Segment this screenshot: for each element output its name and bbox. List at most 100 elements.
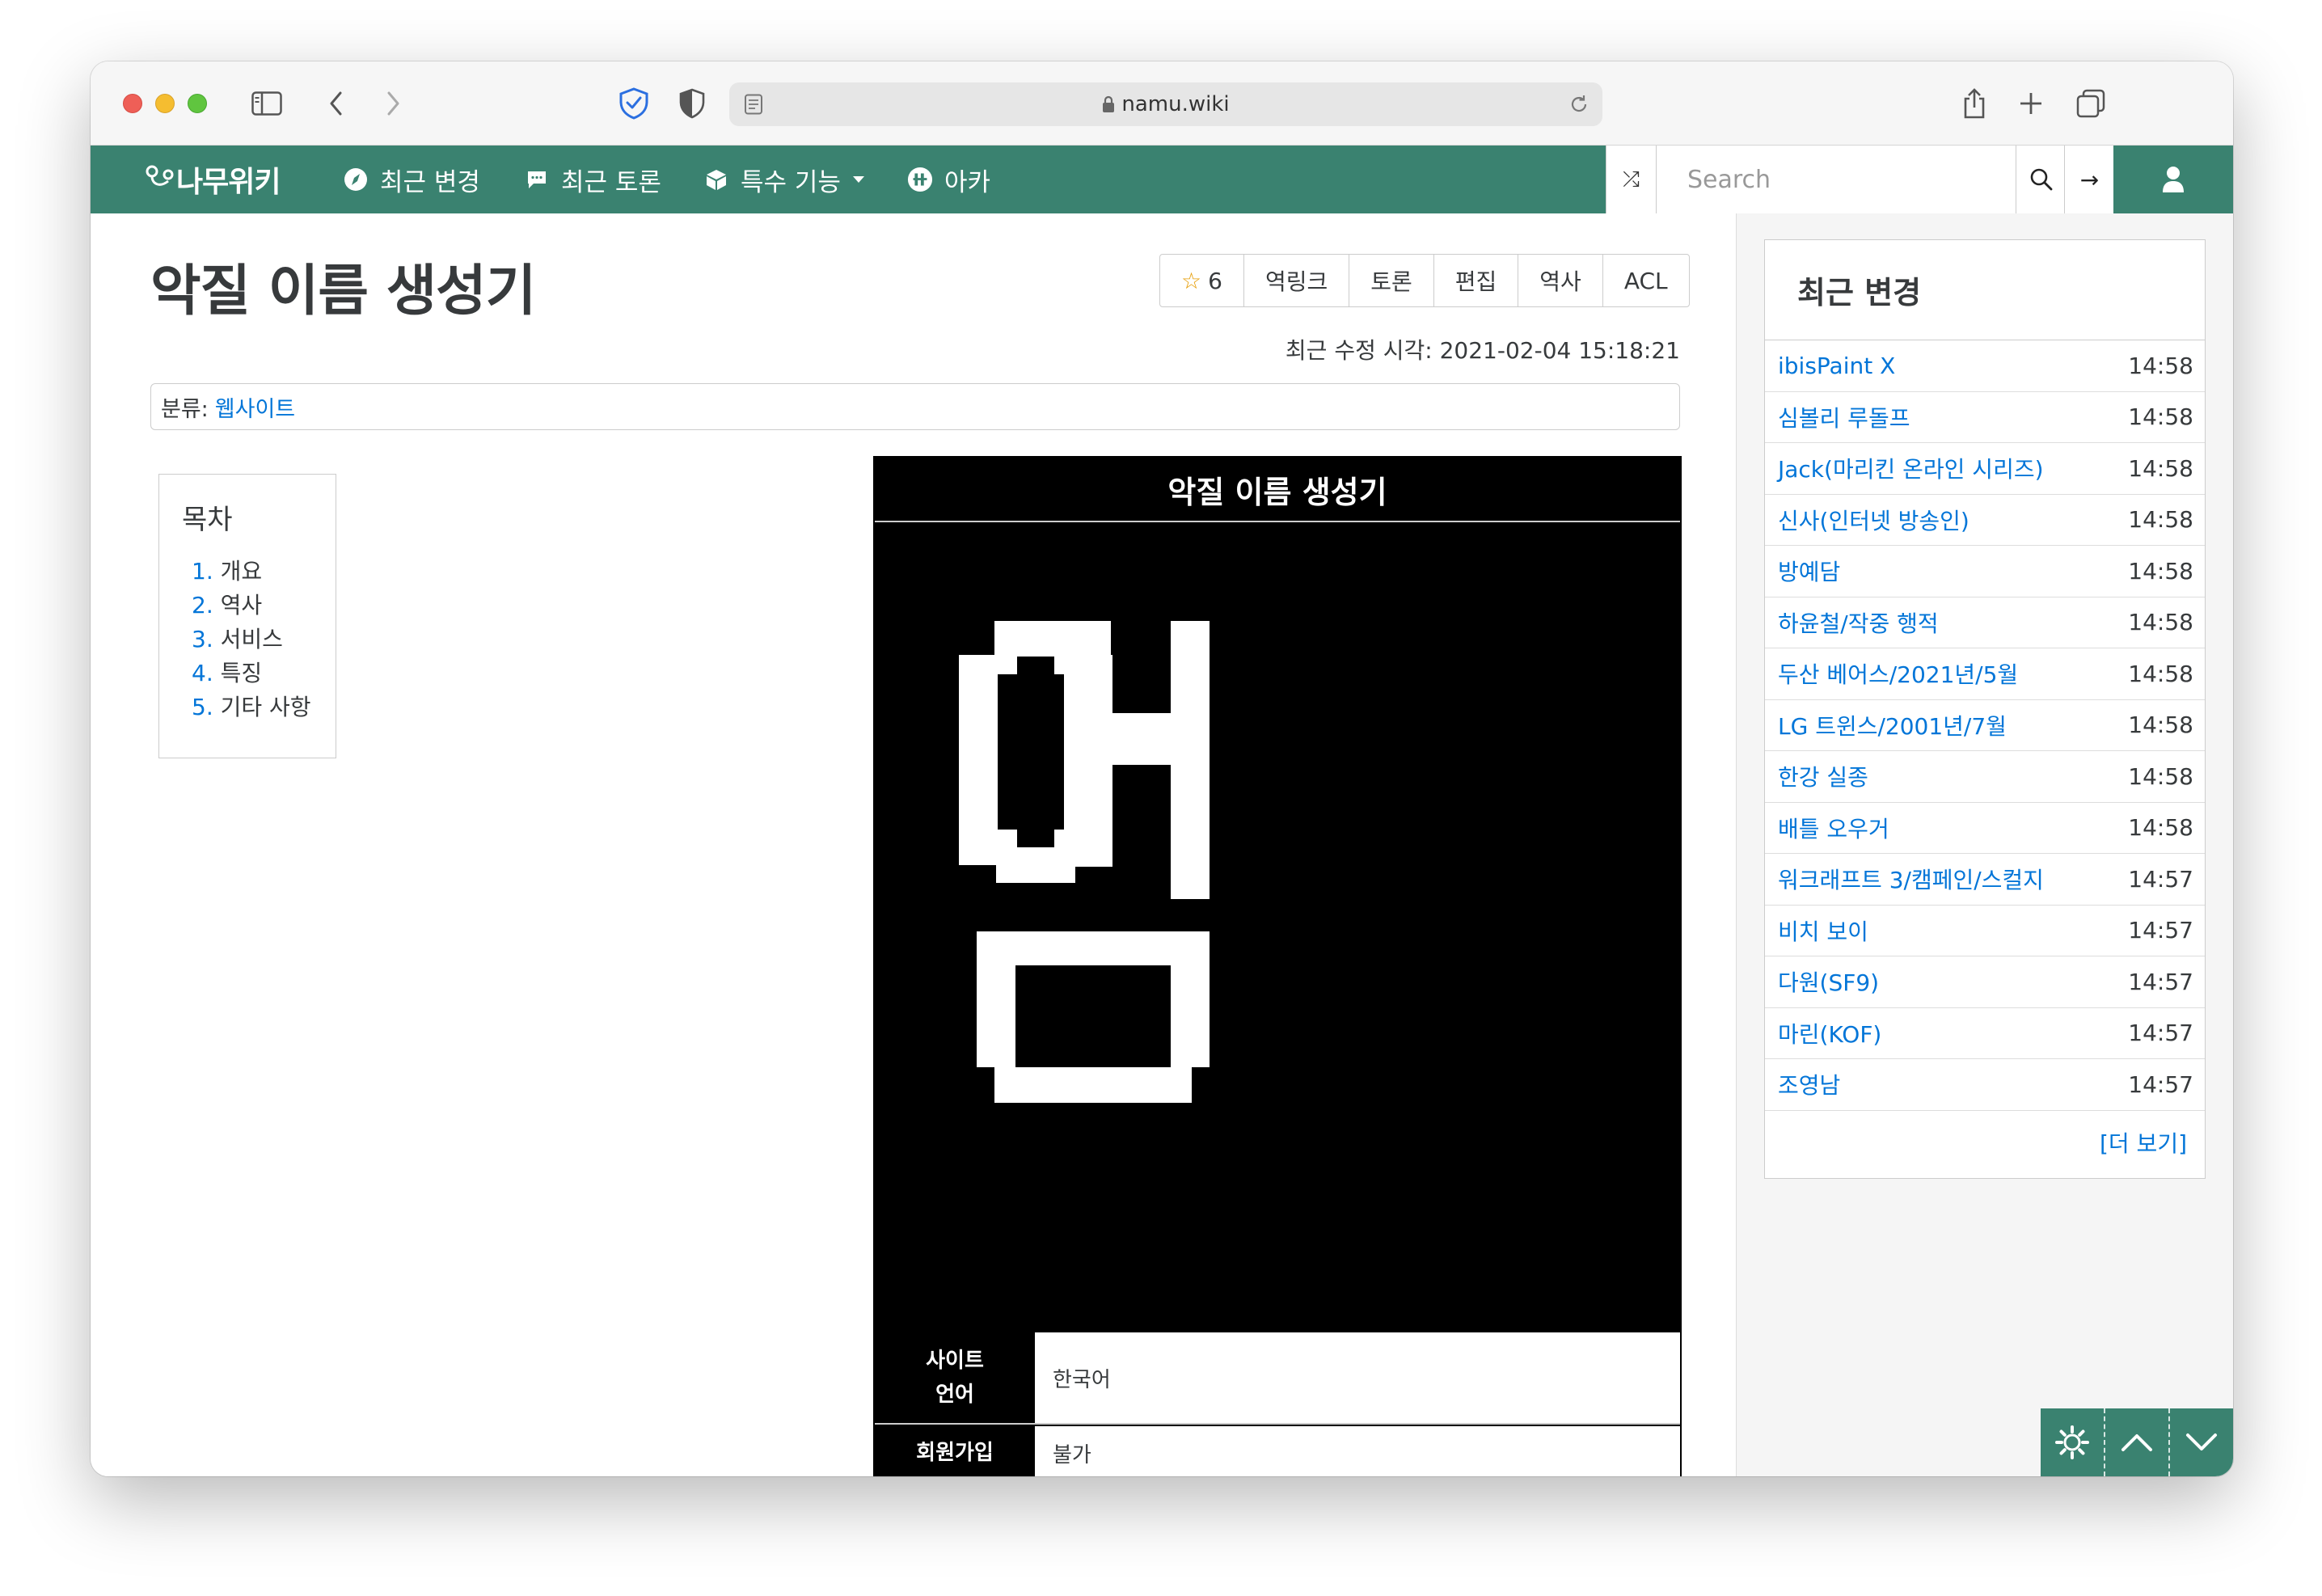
random-page-button[interactable]: ⤮ xyxy=(1606,146,1657,213)
recent-change-row[interactable]: 워크래프트 3/캠페인/스컬지 14:57 xyxy=(1765,854,2205,906)
recent-change-time: 14:58 xyxy=(2128,506,2193,534)
recent-change-row[interactable]: LG 트윈스/2001년/7월 14:58 xyxy=(1765,700,2205,751)
recent-change-row[interactable]: 마린(KOF) 14:57 xyxy=(1765,1008,2205,1059)
recent-change-row[interactable]: 하윤철/작중 행적 14:58 xyxy=(1765,597,2205,648)
recent-change-row[interactable]: 한강 실종 14:58 xyxy=(1765,751,2205,803)
recent-change-title[interactable]: LG 트윈스/2001년/7월 xyxy=(1778,709,2007,741)
star-count: 6 xyxy=(1208,267,1222,294)
zoom-window-button[interactable] xyxy=(188,94,207,113)
address-bar[interactable]: namu.wiki xyxy=(729,82,1602,126)
toc-number[interactable]: 2. xyxy=(192,592,213,619)
nav-label: 아카 xyxy=(944,167,991,197)
recent-change-row[interactable]: 조영남 14:57 xyxy=(1765,1059,2205,1111)
settings-button[interactable] xyxy=(2041,1408,2104,1476)
recent-change-row[interactable]: 신사(인터넷 방송인) 14:58 xyxy=(1765,495,2205,546)
toc-item[interactable]: 5. 기타 사항 xyxy=(182,690,336,724)
toc-label: 특징 xyxy=(220,660,263,686)
sidebar-toggle-icon[interactable] xyxy=(249,86,285,121)
recent-change-row[interactable]: 두산 베어스/2021년/5월 14:58 xyxy=(1765,648,2205,700)
new-tab-icon[interactable] xyxy=(2015,86,2047,121)
search-icon xyxy=(2030,168,2052,191)
recent-change-title[interactable]: Jack(마리킨 온라인 시리즈) xyxy=(1778,452,2044,484)
go-button[interactable]: → xyxy=(2064,146,2114,213)
more-link[interactable]: [더 보기] xyxy=(1765,1111,2205,1174)
recent-change-title[interactable]: 하윤철/작중 행적 xyxy=(1778,606,1939,639)
reload-icon[interactable] xyxy=(1568,94,1590,118)
infobox-key: 사이트 언어 xyxy=(875,1332,1035,1423)
gear-icon xyxy=(2055,1425,2089,1459)
recent-changes-list: ibisPaint X 14:58 심볼리 루돌프 14:58 Jack(마리킨 온라인… xyxy=(1765,340,2205,1111)
recent-change-row[interactable]: ibisPaint X 14:58 xyxy=(1765,340,2205,392)
edit-button[interactable]: 편집 xyxy=(1433,255,1518,306)
recent-change-title[interactable]: 방예담 xyxy=(1778,555,1840,587)
scroll-top-button[interactable] xyxy=(2104,1408,2168,1476)
nav-label: 특수 기능 xyxy=(741,167,841,197)
recent-change-row[interactable]: 다원(SF9) 14:57 xyxy=(1765,956,2205,1008)
infobox-key: 회원가입 xyxy=(875,1426,1035,1476)
recent-change-title[interactable]: 비치 보이 xyxy=(1778,914,1868,947)
backlinks-button[interactable]: 역링크 xyxy=(1243,255,1349,306)
acl-button[interactable]: ACL xyxy=(1602,255,1689,306)
arca-icon xyxy=(907,167,933,192)
recent-change-row[interactable]: 방예담 14:58 xyxy=(1765,546,2205,597)
recent-change-title[interactable]: 배틀 오우거 xyxy=(1778,812,1889,844)
back-icon[interactable] xyxy=(320,86,353,121)
share-icon[interactable] xyxy=(1958,86,1991,121)
recent-change-title[interactable]: 조영남 xyxy=(1778,1068,1840,1100)
toc-item[interactable]: 3. 서비스 xyxy=(182,623,336,657)
discussion-button[interactable]: 토론 xyxy=(1349,255,1433,306)
nav-arca[interactable]: 아카 xyxy=(907,146,990,213)
scroll-bottom-button[interactable] xyxy=(2168,1408,2233,1476)
lock-icon xyxy=(1103,95,1115,112)
url-host-text: namu.wiki xyxy=(1121,92,1230,116)
recent-change-time: 14:58 xyxy=(2128,609,2193,636)
toc-item[interactable]: 1. 개요 xyxy=(182,555,336,589)
tab-overview-icon[interactable] xyxy=(2073,86,2109,121)
recent-changes-title: 최근 변경 xyxy=(1765,240,2205,340)
recent-change-time: 14:58 xyxy=(2128,711,2193,739)
toc-item[interactable]: 2. 역사 xyxy=(182,589,336,623)
recent-change-title[interactable]: 두산 베어스/2021년/5월 xyxy=(1778,657,2018,690)
close-window-button[interactable] xyxy=(123,94,142,113)
recent-change-row[interactable]: Jack(마리킨 온라인 시리즈) 14:58 xyxy=(1765,443,2205,495)
recent-change-title[interactable]: ibisPaint X xyxy=(1778,353,1895,379)
recent-change-title[interactable]: 심볼리 루돌프 xyxy=(1778,401,1910,433)
caret-down-icon xyxy=(852,176,864,183)
recent-change-time: 14:57 xyxy=(2128,968,2193,995)
user-menu-button[interactable] xyxy=(2113,146,2233,213)
search-input[interactable] xyxy=(1657,146,2016,213)
recent-change-title[interactable]: 신사(인터넷 방송인) xyxy=(1778,504,1969,536)
category-label: 분류: xyxy=(161,396,209,422)
toc-item[interactable]: 4. 특징 xyxy=(182,657,336,690)
nav-recent-changes[interactable]: 최근 변경 xyxy=(343,146,480,213)
nav-special-functions[interactable]: 특수 기능 xyxy=(703,146,865,213)
chevron-down-icon xyxy=(2186,1433,2217,1450)
recent-change-title[interactable]: 워크래프트 3/캠페인/스컬지 xyxy=(1778,863,2044,895)
recent-change-row[interactable]: 심볼리 루돌프 14:58 xyxy=(1765,392,2205,443)
compass-icon xyxy=(343,167,369,192)
tracking-shield-icon[interactable] xyxy=(676,86,708,121)
toc-label: 개요 xyxy=(220,558,263,585)
minimize-window-button[interactable] xyxy=(155,94,175,113)
search-button[interactable] xyxy=(2016,146,2066,213)
url-display: namu.wiki xyxy=(729,82,1602,126)
recent-change-row[interactable]: 비치 보이 14:57 xyxy=(1765,906,2205,956)
infobox-row-signup: 회원가입 불가 xyxy=(875,1426,1680,1476)
site-logo[interactable]: 나무위키 xyxy=(144,162,281,199)
star-button[interactable]: ☆ 6 xyxy=(1160,255,1243,306)
history-button[interactable]: 역사 xyxy=(1518,255,1602,306)
toc-number[interactable]: 4. xyxy=(192,660,213,686)
toc-number[interactable]: 5. xyxy=(192,694,213,720)
forward-icon[interactable] xyxy=(377,86,409,121)
category-link[interactable]: 웹사이트 xyxy=(215,391,295,423)
recent-change-title[interactable]: 다원(SF9) xyxy=(1778,965,1879,998)
toc-number[interactable]: 1. xyxy=(192,558,213,585)
arrow-right-icon: → xyxy=(2079,166,2100,193)
nav-label: 최근 변경 xyxy=(380,167,480,197)
recent-change-title[interactable]: 마린(KOF) xyxy=(1778,1017,1881,1049)
privacy-shield-icon[interactable] xyxy=(616,86,652,121)
toc-number[interactable]: 3. xyxy=(192,626,213,652)
recent-change-title[interactable]: 한강 실종 xyxy=(1778,760,1868,792)
recent-change-row[interactable]: 배틀 오우거 14:58 xyxy=(1765,803,2205,854)
nav-recent-discussions[interactable]: 최근 토론 xyxy=(524,146,661,213)
